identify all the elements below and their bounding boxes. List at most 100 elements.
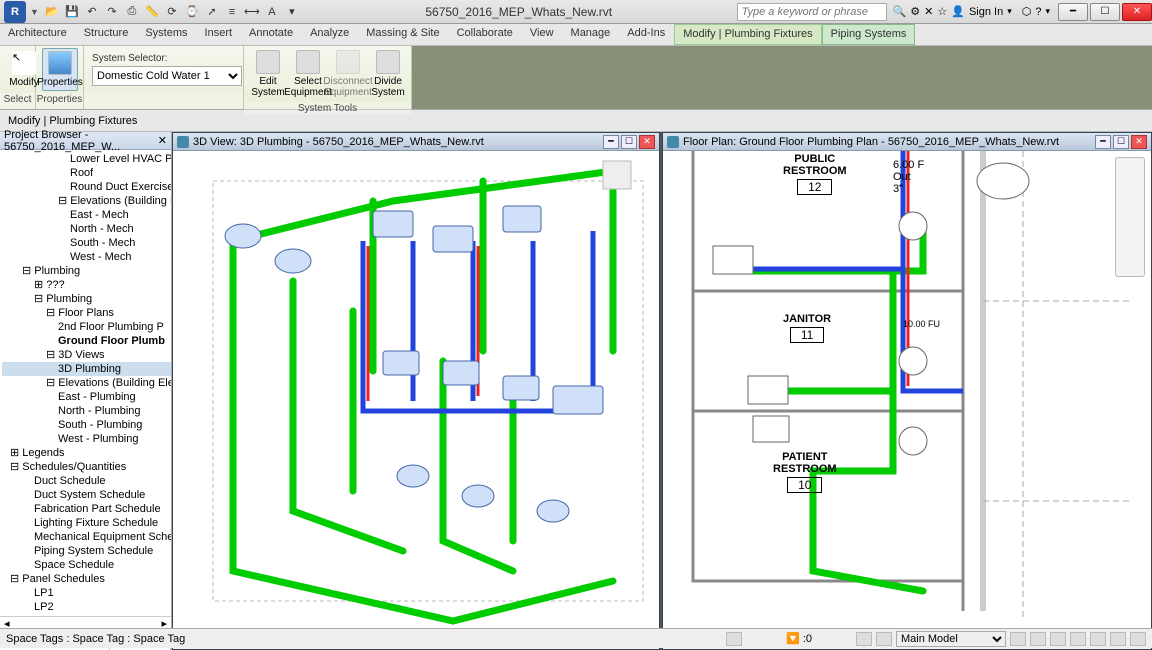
tab-annotate[interactable]: Annotate [241, 24, 302, 45]
project-browser-close-icon[interactable]: ✕ [158, 134, 167, 147]
tree-node[interactable]: 3D Plumbing [2, 362, 171, 376]
close-button[interactable]: ✕ [1122, 3, 1152, 21]
project-browser-tree[interactable]: Lower Level HVAC PlaRoofRound Duct Exerc… [0, 150, 171, 616]
signin-link[interactable]: Sign In [969, 6, 1003, 18]
tree-node[interactable]: ⊟ Floor Plans [2, 306, 171, 320]
tab-addins[interactable]: Add-Ins [619, 24, 674, 45]
select-equipment-button[interactable]: Select Equipment [290, 48, 326, 100]
status-icon[interactable] [726, 632, 742, 646]
tree-node[interactable]: South - Plumbing [2, 418, 171, 432]
qat-dim-icon[interactable]: ⟷ [243, 3, 261, 21]
tree-node[interactable]: Fabrication Part Schedule [2, 502, 171, 516]
workset-dropdown[interactable]: Main Model [896, 631, 1006, 647]
qat-recent-icon[interactable]: ⌚ [183, 3, 201, 21]
properties-group-label: Properties [36, 93, 83, 109]
user-icon[interactable]: 👤 [951, 5, 965, 18]
view-3d-canvas[interactable] [173, 151, 659, 631]
app-menu-chevron[interactable]: ▼ [30, 7, 39, 17]
tree-node[interactable]: South - Mech [2, 236, 171, 250]
view-min-button[interactable]: ━ [1095, 135, 1111, 149]
search-icon[interactable]: 🔍 [893, 5, 907, 18]
tree-node[interactable]: ⊟ Plumbing [2, 264, 171, 278]
tree-node[interactable]: 2nd Floor Plumbing P [2, 320, 171, 334]
qat-redo-icon[interactable]: ↷ [103, 3, 121, 21]
tree-node[interactable]: LP1 [2, 586, 171, 600]
tree-node[interactable]: Space Schedule [2, 558, 171, 572]
tree-node[interactable]: ⊟ Elevations (Building Elev [2, 194, 171, 208]
selection-count[interactable]: 🔽 :0 [786, 632, 812, 645]
tree-node[interactable]: East - Plumbing [2, 390, 171, 404]
qat-save-icon[interactable]: 💾 [63, 3, 81, 21]
status-hint: Space Tags : Space Tag : Space Tag [6, 633, 185, 645]
tree-node[interactable]: Piping System Schedule [2, 544, 171, 558]
tree-node[interactable]: Ground Floor Plumb [2, 334, 171, 348]
comm-icon[interactable]: ⬡ [1022, 5, 1032, 18]
tree-node[interactable]: Mechanical Equipment Sched [2, 530, 171, 544]
favorite-icon[interactable]: ☆ [937, 5, 947, 18]
qat-text-icon[interactable]: A [263, 3, 281, 21]
tree-node[interactable]: Duct Schedule [2, 474, 171, 488]
tab-structure[interactable]: Structure [76, 24, 138, 45]
qat-measure-icon[interactable]: 📏 [143, 3, 161, 21]
annot-flow2: 10.00 FU [903, 319, 940, 329]
properties-button[interactable]: Properties [42, 48, 78, 91]
view-plan-canvas[interactable]: PUBLIC RESTROOM 12 JANITOR 11 PATIENT RE… [663, 151, 1151, 631]
view-close-button[interactable]: ✕ [1131, 135, 1147, 149]
app-icon[interactable]: R [4, 1, 26, 23]
navigation-bar[interactable] [1115, 157, 1145, 277]
tree-node[interactable]: LP2 [2, 600, 171, 614]
tree-node[interactable]: ⊟ Plumbing [2, 292, 171, 306]
tree-node[interactable]: West - Mech [2, 250, 171, 264]
tab-massing[interactable]: Massing & Site [358, 24, 448, 45]
qat-undo-icon[interactable]: ↶ [83, 3, 101, 21]
tree-node[interactable]: Round Duct Exercise [2, 180, 171, 194]
tab-systems[interactable]: Systems [137, 24, 196, 45]
tree-node[interactable]: North - Plumbing [2, 404, 171, 418]
tree-node[interactable]: ⊟ 3D Views [2, 348, 171, 362]
system-selector-dropdown[interactable]: Domestic Cold Water 1 [92, 66, 242, 86]
tree-node[interactable]: Roof [2, 166, 171, 180]
view-icon [177, 136, 189, 148]
tab-collaborate[interactable]: Collaborate [449, 24, 522, 45]
view-min-button[interactable]: ━ [603, 135, 619, 149]
edit-system-button[interactable]: Edit System [250, 48, 286, 100]
tree-node[interactable]: East - Mech [2, 208, 171, 222]
tab-view[interactable]: View [522, 24, 563, 45]
maximize-button[interactable]: ☐ [1090, 3, 1120, 21]
divide-system-button[interactable]: Divide System [370, 48, 406, 100]
tab-modify-plumbing[interactable]: Modify | Plumbing Fixtures [674, 24, 821, 45]
tree-node[interactable]: West - Plumbing [2, 432, 171, 446]
tab-insert[interactable]: Insert [197, 24, 242, 45]
tree-node[interactable]: ⊞ Legends [2, 446, 171, 460]
project-browser-header[interactable]: Project Browser - 56750_2016_MEP_W... ✕ [0, 132, 171, 150]
help-search-input[interactable] [737, 3, 887, 21]
qat-arrow-icon[interactable]: ➚ [203, 3, 221, 21]
tree-node[interactable]: Duct System Schedule [2, 488, 171, 502]
minimize-button[interactable]: ━ [1058, 3, 1088, 21]
view-close-button[interactable]: ✕ [639, 135, 655, 149]
ribbon-panel: ↖Modify Select Properties Properties Sys… [0, 46, 1152, 110]
tree-node[interactable]: ⊟ Elevations (Building Elev [2, 376, 171, 390]
tree-node[interactable]: Lower Level HVAC Pla [2, 152, 171, 166]
exchange-icon[interactable]: ✕ [924, 5, 933, 18]
tree-node[interactable]: Lighting Fixture Schedule [2, 516, 171, 530]
tree-node[interactable]: ⊞ ??? [2, 278, 171, 292]
room-label-patient-restroom: PATIENT RESTROOM 10 [773, 451, 837, 493]
tab-architecture[interactable]: Architecture [0, 24, 76, 45]
qat-sync-icon[interactable]: ⟳ [163, 3, 181, 21]
project-browser-panel: Project Browser - 56750_2016_MEP_W... ✕ … [0, 132, 172, 650]
qat-print-icon[interactable]: ⎙ [123, 3, 141, 21]
qat-align-icon[interactable]: ≡ [223, 3, 241, 21]
view-max-button[interactable]: ☐ [621, 135, 637, 149]
view-max-button[interactable]: ☐ [1113, 135, 1129, 149]
qat-more-icon[interactable]: ▾ [283, 3, 301, 21]
help-icon[interactable]: ? [1035, 6, 1041, 18]
subscription-icon[interactable]: ⚙ [910, 5, 920, 18]
qat-open-icon[interactable]: 📂 [43, 3, 61, 21]
tab-piping-systems[interactable]: Piping Systems [822, 24, 916, 45]
tab-manage[interactable]: Manage [563, 24, 620, 45]
tree-node[interactable]: ⊟ Schedules/Quantities [2, 460, 171, 474]
tab-analyze[interactable]: Analyze [302, 24, 358, 45]
tree-node[interactable]: ⊟ Panel Schedules [2, 572, 171, 586]
tree-node[interactable]: North - Mech [2, 222, 171, 236]
